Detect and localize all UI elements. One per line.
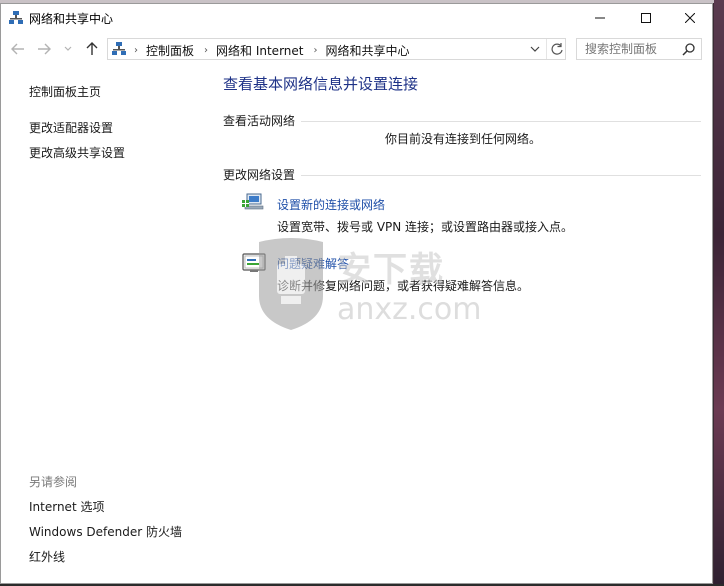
minimize-icon [595,17,605,19]
desktop-background [714,0,724,586]
active-networks-heading: 查看活动网络 [223,114,296,128]
watermark-domain-text: anxz.com [337,292,482,327]
forward-arrow-icon [38,43,51,55]
setup-new-connection-link[interactable]: 设置新的连接或网络 [277,196,385,213]
close-button[interactable] [667,4,713,32]
breadcrumb-network-internet[interactable]: 网络和 Internet [216,42,303,59]
page-title: 查看基本网络信息并设置连接 [223,75,419,93]
recent-locations-button[interactable] [59,40,77,58]
new-connection-icon [242,193,264,210]
setup-new-connection-desc: 设置宽带、拨号或 VPN 连接；或设置路由器或接入点。 [277,220,574,234]
navigation-bar: › 控制面板 › 网络和 Internet › 网络和共享中心 [1,36,712,64]
chevron-down-icon [64,46,72,51]
breadcrumb: › 控制面板 › 网络和 Internet › 网络和共享中心 [132,42,418,59]
network-icon [9,11,23,24]
change-advanced-sharing-link[interactable]: 更改高级共享设置 [29,144,125,161]
breadcrumb-control-panel[interactable]: 控制面板 [146,42,194,59]
up-arrow-icon [86,42,98,55]
network-status-text: 你目前没有连接到任何网络。 [385,132,542,146]
address-bar[interactable]: › 控制面板 › 网络和 Internet › 网络和共享中心 [107,38,566,60]
control-panel-icon [112,42,126,55]
troubleshoot-icon [242,253,266,272]
refresh-icon [551,43,563,55]
breadcrumb-network-sharing-center[interactable]: 网络和共享中心 [325,42,409,59]
up-button[interactable] [83,40,101,58]
refresh-button[interactable] [546,39,567,59]
back-arrow-icon [11,43,24,55]
address-dropdown-button[interactable] [527,41,543,57]
breadcrumb-separator[interactable]: › [134,45,138,56]
troubleshoot-problems-desc: 诊断并修复网络问题，或者获得疑难解答信息。 [277,279,530,293]
network-sharing-center-window: 网络和共享中心 › 控制面板 › 网络和 Internet › 网络和共享中心 … [0,3,713,584]
back-button[interactable] [9,40,27,58]
change-settings-heading: 更改网络设置 [223,168,296,182]
infrared-link[interactable]: 红外线 [29,548,65,565]
search-icon[interactable] [682,42,696,56]
breadcrumb-separator[interactable]: › [313,45,317,56]
see-also-heading: 另请参阅 [29,475,78,489]
breadcrumb-separator[interactable]: › [204,45,208,56]
change-adapter-settings-link[interactable]: 更改适配器设置 [29,119,113,136]
windows-defender-firewall-link[interactable]: Windows Defender 防火墙 [29,523,182,540]
close-icon [685,13,695,23]
search-input[interactable] [585,42,681,56]
maximize-button[interactable] [623,4,669,32]
chevron-down-icon [530,46,540,52]
troubleshoot-problems-link[interactable]: 问题疑难解答 [277,255,349,272]
title-bar[interactable]: 网络和共享中心 [1,4,712,32]
internet-options-link[interactable]: Internet 选项 [29,498,104,515]
divider [301,175,701,176]
window-title: 网络和共享中心 [29,12,114,26]
forward-button[interactable] [35,40,53,58]
minimize-button[interactable] [577,4,623,32]
divider [301,121,701,122]
maximize-icon [641,13,651,23]
search-box[interactable] [576,38,702,60]
control-panel-home-link[interactable]: 控制面板主页 [29,83,101,100]
